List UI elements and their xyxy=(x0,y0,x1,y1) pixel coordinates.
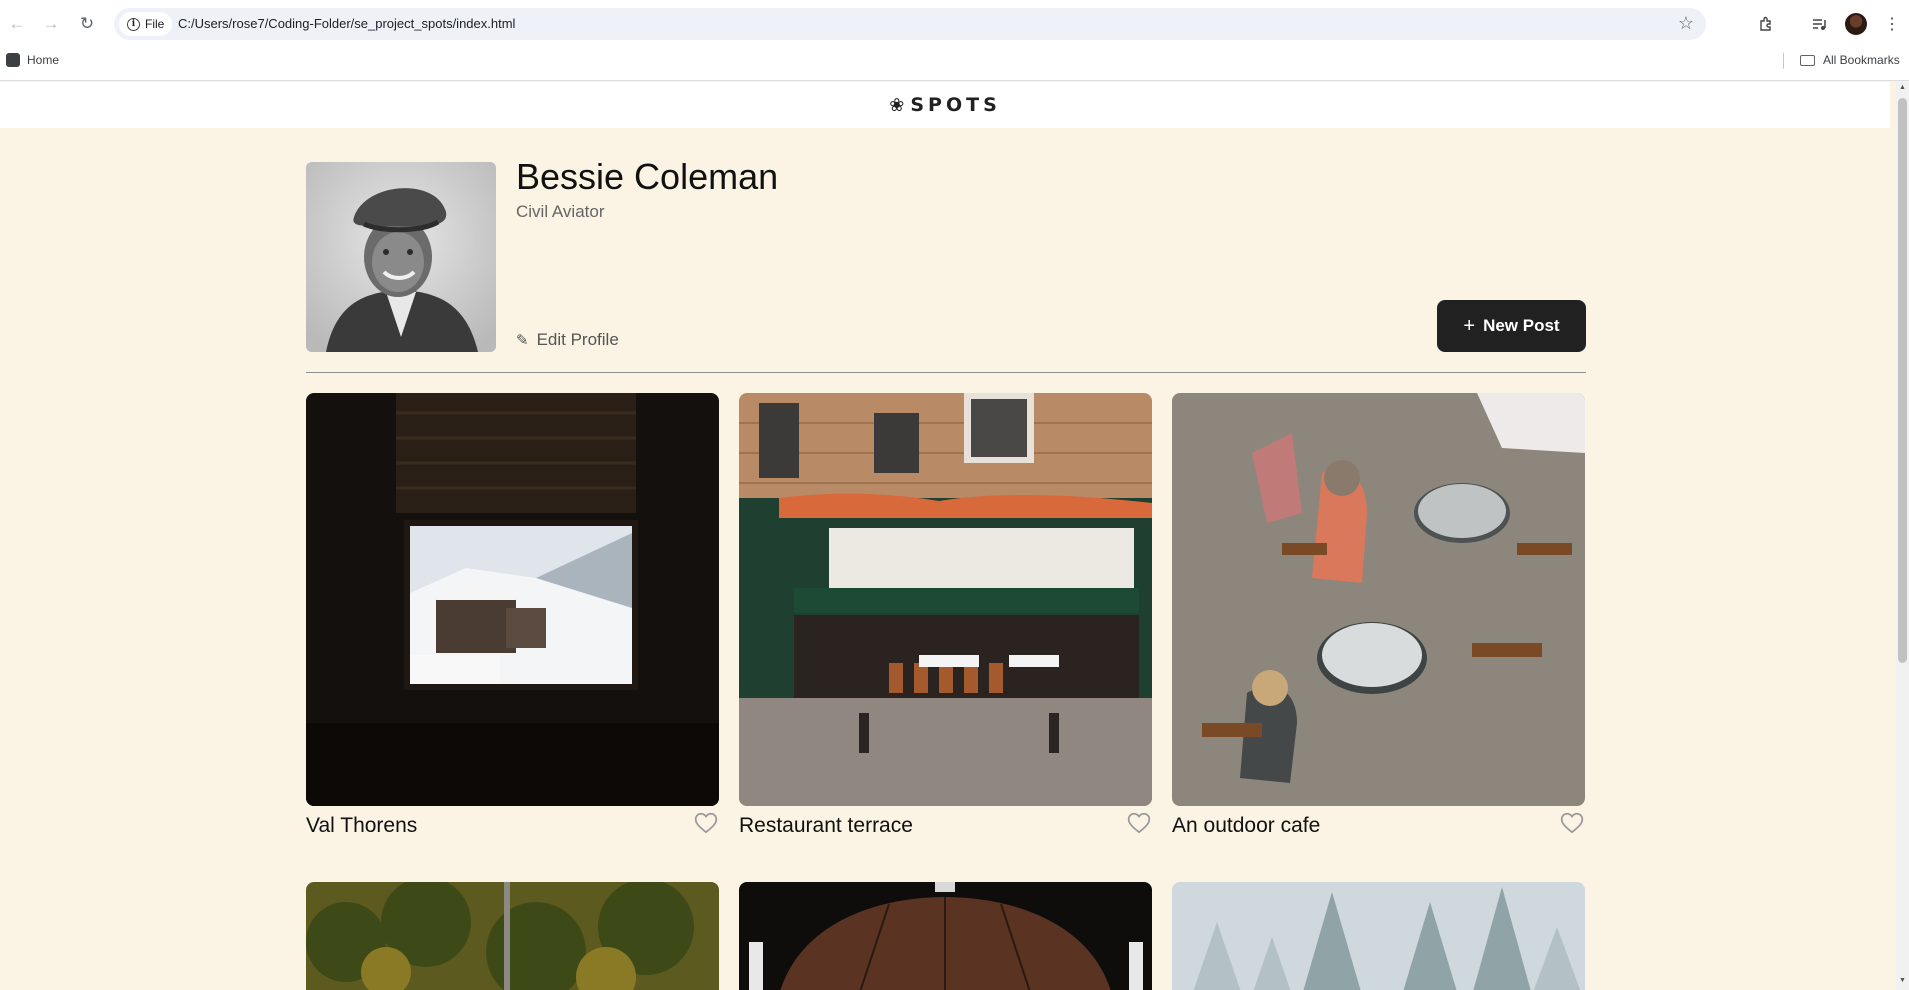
page-scrollbar[interactable]: ▲ ▼ xyxy=(1896,82,1909,990)
all-bookmarks[interactable]: All Bookmarks xyxy=(1800,53,1900,67)
card-partial-forest xyxy=(306,882,719,990)
profile-photo xyxy=(306,162,496,352)
card-footer: Restaurant terrace xyxy=(739,810,1152,840)
all-bookmarks-label: All Bookmarks xyxy=(1823,53,1900,67)
site-chip-label: File xyxy=(145,17,165,31)
reload-button[interactable]: ↻ xyxy=(74,11,100,37)
menu-kebab-icon[interactable]: ⋮ xyxy=(1880,12,1904,36)
card-image[interactable] xyxy=(1172,882,1585,990)
scroll-up-arrow-icon[interactable]: ▲ xyxy=(1898,84,1907,93)
profile-name: Bessie Coleman xyxy=(516,156,779,197)
site-logo: ❀ SPOTS xyxy=(889,94,1001,116)
new-post-button[interactable]: + New Post xyxy=(1437,300,1586,352)
new-post-label: New Post xyxy=(1483,316,1560,335)
card-title: Restaurant terrace xyxy=(739,814,913,837)
card-image[interactable] xyxy=(306,393,719,806)
card-partial-snow xyxy=(1172,882,1585,990)
bookmark-star-icon[interactable]: ☆ xyxy=(1678,13,1694,34)
site-info-chip[interactable]: i File xyxy=(119,12,173,36)
bookmark-home-label: Home xyxy=(27,53,60,67)
edit-profile-label: Edit Profile xyxy=(536,330,619,349)
scroll-down-arrow-icon[interactable]: ▼ xyxy=(1898,977,1907,986)
card-partial-hall xyxy=(739,882,1152,990)
scroll-thumb[interactable] xyxy=(1898,98,1907,663)
media-controls-icon[interactable] xyxy=(1807,12,1831,36)
like-heart-icon[interactable] xyxy=(693,810,719,836)
plus-icon: + xyxy=(1463,314,1476,337)
edit-profile-button[interactable]: ✎ Edit Profile xyxy=(516,330,619,350)
card-val-thorens: Val Thorens xyxy=(306,393,719,837)
bookmark-home[interactable]: Home xyxy=(6,53,59,67)
bookmarks-bar: Home All Bookmarks xyxy=(0,49,1909,73)
extensions-icon[interactable] xyxy=(1754,12,1778,36)
like-heart-icon[interactable] xyxy=(1559,810,1585,836)
profile-role: Civil Aviator xyxy=(516,202,605,221)
card-image[interactable] xyxy=(739,393,1152,806)
info-icon: i xyxy=(127,17,140,31)
card-title: An outdoor cafe xyxy=(1172,814,1321,837)
card-restaurant-terrace: Restaurant terrace xyxy=(739,393,1152,837)
folder-icon xyxy=(1800,54,1815,66)
like-heart-icon[interactable] xyxy=(1126,810,1152,836)
card-image[interactable] xyxy=(739,882,1152,990)
logo-text: SPOTS xyxy=(910,94,1001,116)
card-outdoor-cafe: An outdoor cafe xyxy=(1172,393,1585,837)
card-image[interactable] xyxy=(306,882,719,990)
browser-chrome: ← → ↻ i File C:/Users/rose7/Coding-Folde… xyxy=(0,0,1909,81)
logo-mark-icon: ❀ xyxy=(889,94,905,116)
home-favicon-icon xyxy=(6,53,20,67)
card-footer: Val Thorens xyxy=(306,810,719,840)
bookmarks-separator xyxy=(1783,53,1784,69)
card-title: Val Thorens xyxy=(306,814,418,837)
pencil-icon: ✎ xyxy=(516,332,529,349)
profile-divider xyxy=(306,372,1586,373)
profile-avatar[interactable] xyxy=(1845,13,1867,35)
browser-toolbar: ← → ↻ i File C:/Users/rose7/Coding-Folde… xyxy=(0,0,1909,47)
card-image[interactable] xyxy=(1172,393,1585,806)
url-text[interactable]: C:/Users/rose7/Coding-Folder/se_project_… xyxy=(178,8,515,40)
back-button[interactable]: ← xyxy=(4,11,30,37)
site-header: ❀ SPOTS xyxy=(0,82,1890,128)
address-bar[interactable]: i File C:/Users/rose7/Coding-Folder/se_p… xyxy=(114,8,1706,40)
forward-button[interactable]: → xyxy=(38,11,64,37)
card-footer: An outdoor cafe xyxy=(1172,810,1585,840)
